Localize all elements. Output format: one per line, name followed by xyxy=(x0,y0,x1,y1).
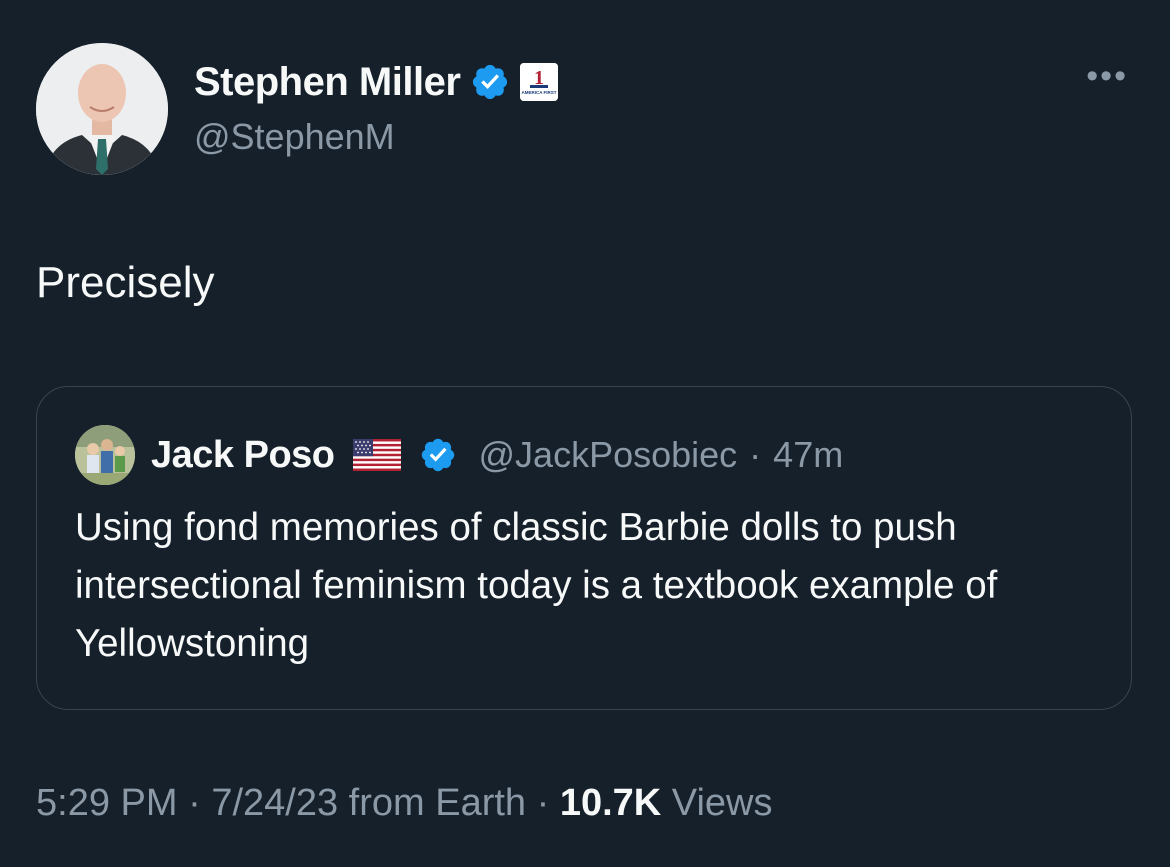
views-count[interactable]: 10.7K xyxy=(560,782,661,824)
tweet-date[interactable]: 7/24/23 xyxy=(211,782,338,824)
america-first-badge-label: AMERICA FIRST xyxy=(522,90,557,95)
author-handle[interactable]: @StephenM xyxy=(194,116,395,158)
us-flag-icon xyxy=(352,439,401,471)
tweet-time[interactable]: 5:29 PM xyxy=(36,782,178,824)
quoted-separator: · xyxy=(749,434,762,475)
quoted-author-handle[interactable]: @JackPosobiec xyxy=(479,434,738,476)
more-options-icon[interactable]: ••• xyxy=(1086,59,1128,93)
tweet-text: Precisely xyxy=(36,258,215,307)
quoted-verified-badge-icon[interactable] xyxy=(419,436,457,474)
meta-separator: · xyxy=(177,782,212,824)
author-name-row: Stephen Miller 1 AMERICA FIRST xyxy=(194,58,559,106)
quoted-timestamp[interactable]: 47m xyxy=(773,434,843,476)
america-first-badge-icon[interactable]: 1 AMERICA FIRST xyxy=(520,63,559,101)
views-label: Views xyxy=(661,782,773,824)
quoted-tweet-card[interactable]: Jack Poso @JackPosobiec · 47m Using fond… xyxy=(36,386,1132,710)
quoted-author-display-name[interactable]: Jack Poso xyxy=(151,434,335,477)
author-display-name[interactable]: Stephen Miller xyxy=(194,60,461,105)
quoted-tweet-header: Jack Poso @JackPosobiec · 47m xyxy=(75,425,843,485)
quoted-tweet-text: Using fond memories of classic Barbie do… xyxy=(75,506,998,665)
verified-badge-icon[interactable] xyxy=(470,62,510,102)
quoted-author-avatar[interactable] xyxy=(75,425,135,485)
meta-separator: · xyxy=(526,782,560,824)
author-avatar[interactable] xyxy=(36,43,168,175)
tweet-source: from Earth xyxy=(338,782,527,824)
tweet-meta: 5:29 PM · 7/24/23 from Earth · 10.7K Vie… xyxy=(36,782,773,825)
